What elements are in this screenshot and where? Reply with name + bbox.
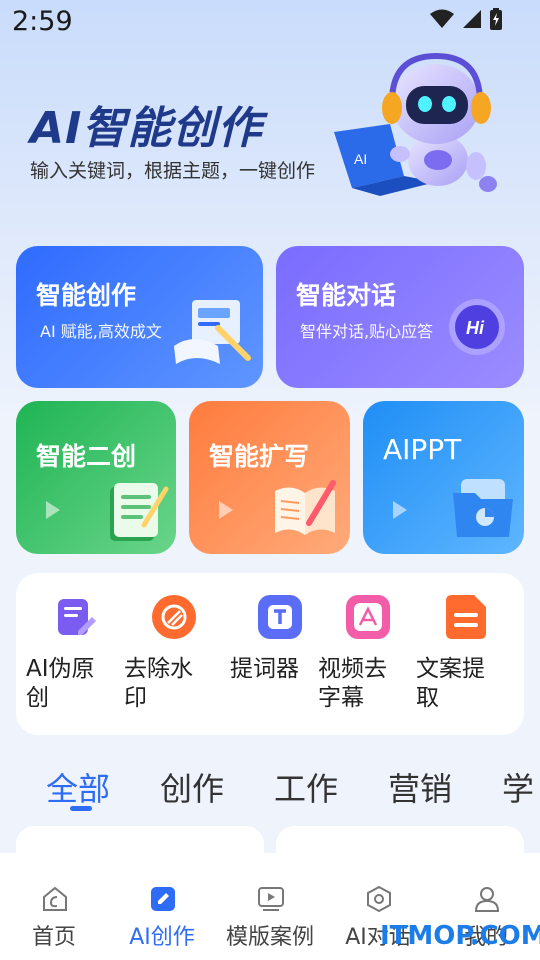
open-book-pencil-icon <box>275 480 336 535</box>
smart-remix-card[interactable]: 智能二创 <box>16 401 176 554</box>
template-play-icon <box>258 887 284 911</box>
tool-label: AI伪原创 <box>26 656 95 711</box>
signal-icon <box>463 10 481 28</box>
status-icons <box>430 8 502 30</box>
tab-study[interactable]: 学 <box>502 764 534 810</box>
smart-expand-card[interactable]: 智能扩写 <box>189 401 350 554</box>
smart-chat-title: 智能对话 <box>296 281 397 310</box>
aippt-card[interactable]: AIPPT <box>363 401 524 554</box>
tab-work[interactable]: 工作 <box>274 764 338 810</box>
smart-chat-card[interactable]: 智能对话 智伴对话,贴心应答 Hi <box>276 246 524 388</box>
status-bar: 2:59 <box>0 0 540 46</box>
notepad-pen-icon <box>110 483 169 541</box>
play-icon <box>393 501 407 519</box>
nav-ai-create[interactable]: AI创作 <box>108 853 216 960</box>
smart-chat-subtitle: 智伴对话,贴心应答 <box>300 322 434 341</box>
profile-icon <box>474 887 500 912</box>
writing-scroll-icon <box>174 300 251 364</box>
hero-subtitle: 输入关键词，根据主题，一键创作 <box>30 160 316 182</box>
nav-home[interactable]: 首页 <box>0 853 108 960</box>
ppt-folder-icon <box>453 479 513 537</box>
wifi-icon <box>430 9 454 28</box>
tab-create[interactable]: 创作 <box>160 764 224 810</box>
hi-bubble-icon: Hi <box>449 299 505 355</box>
status-time: 2:59 <box>12 6 73 37</box>
teleprompter-icon <box>258 595 302 639</box>
tool-remove-watermark[interactable]: 去除水印 <box>124 595 210 713</box>
active-tab-indicator <box>70 806 92 811</box>
nav-label: AI创作 <box>129 925 195 950</box>
video-subtitle-icon <box>346 595 390 639</box>
tool-copy-extract[interactable]: 文案提取 <box>416 595 502 713</box>
battery-icon <box>490 8 502 30</box>
document-extract-icon <box>444 595 488 639</box>
svg-text:Hi: Hi <box>466 318 485 338</box>
tool-label: 去除水印 <box>124 656 193 711</box>
play-icon <box>219 501 233 519</box>
hero-title: AI智能创作 <box>30 103 263 154</box>
tab-all[interactable]: 全部 <box>46 764 110 810</box>
svg-text:AI: AI <box>354 151 367 167</box>
nav-templates[interactable]: 模版案例 <box>216 853 324 960</box>
home-icon <box>43 886 67 911</box>
aippt-title: AIPPT <box>383 433 462 466</box>
smart-expand-title: 智能扩写 <box>209 442 310 471</box>
tool-label: 提词器 <box>230 656 299 682</box>
watermark-text: ITMOP.COM <box>380 921 540 951</box>
tool-label: 视频去字幕 <box>318 656 387 711</box>
smart-create-title: 智能创作 <box>36 281 137 310</box>
nav-label: 首页 <box>31 925 76 950</box>
chat-hex-icon <box>367 885 391 913</box>
nav-label: 模版案例 <box>225 925 314 950</box>
tool-ai-pseudo-original[interactable]: AI伪原创 <box>26 595 112 713</box>
smart-remix-title: 智能二创 <box>36 442 137 471</box>
tool-label: 文案提取 <box>416 656 485 711</box>
tab-marketing[interactable]: 营销 <box>388 764 452 810</box>
tool-teleprompter[interactable]: 提词器 <box>230 595 316 684</box>
tools-panel: AI伪原创 去除水印 提词器 视频去字幕 文案提取 <box>16 573 524 735</box>
smart-create-card[interactable]: 智能创作 AI 赋能,高效成文 <box>16 246 263 388</box>
smart-create-subtitle: AI 赋能,高效成文 <box>40 322 162 341</box>
play-icon <box>46 501 60 519</box>
robot-mascot-icon: AI <box>334 52 497 196</box>
create-pen-icon <box>151 887 175 911</box>
edit-doc-icon <box>54 595 98 639</box>
eraser-circle-icon <box>152 595 196 639</box>
tool-video-subtitle-removal[interactable]: 视频去字幕 <box>318 595 404 713</box>
